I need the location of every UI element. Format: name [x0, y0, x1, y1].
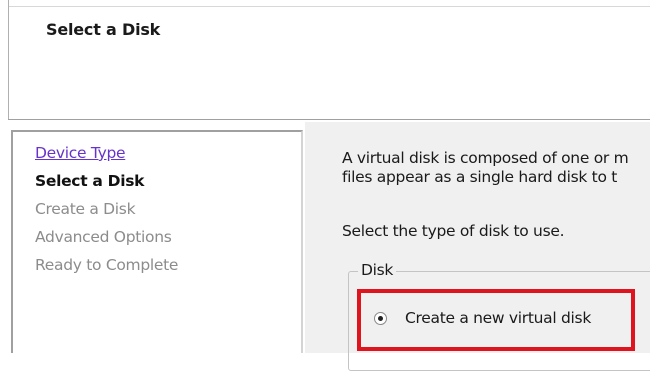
disk-type-prompt: Select the type of disk to use.: [342, 222, 565, 240]
create-new-virtual-disk-label[interactable]: Create a new virtual disk: [405, 309, 591, 327]
disk-groupbox-label: Disk: [358, 261, 397, 279]
step-advanced-options: Advanced Options: [35, 228, 172, 246]
step-device-type[interactable]: Device Type: [35, 139, 178, 167]
radio-selected-icon[interactable]: [374, 311, 387, 325]
description-line-1: A virtual disk is composed of one or m: [342, 149, 629, 167]
description-line-2: files appear as a single hard disk to t: [342, 168, 618, 186]
window-top-border: [8, 6, 650, 7]
step-ready-to-complete: Ready to Complete: [35, 256, 179, 274]
page-title: Select a Disk: [46, 20, 161, 39]
header-divider-highlight: [8, 120, 650, 121]
create-new-virtual-disk-option[interactable]: Create a new virtual disk: [374, 309, 591, 327]
disk-description: A virtual disk is composed of one or m f…: [342, 149, 650, 187]
wizard-window: Select a Disk Device Type Select a Disk …: [0, 0, 650, 371]
step-create-a-disk: Create a Disk: [35, 200, 136, 218]
wizard-steps-list: Device Type Select a Disk Create a Disk …: [35, 139, 178, 279]
window-left-border: [8, 0, 9, 120]
step-select-a-disk: Select a Disk: [35, 172, 145, 190]
